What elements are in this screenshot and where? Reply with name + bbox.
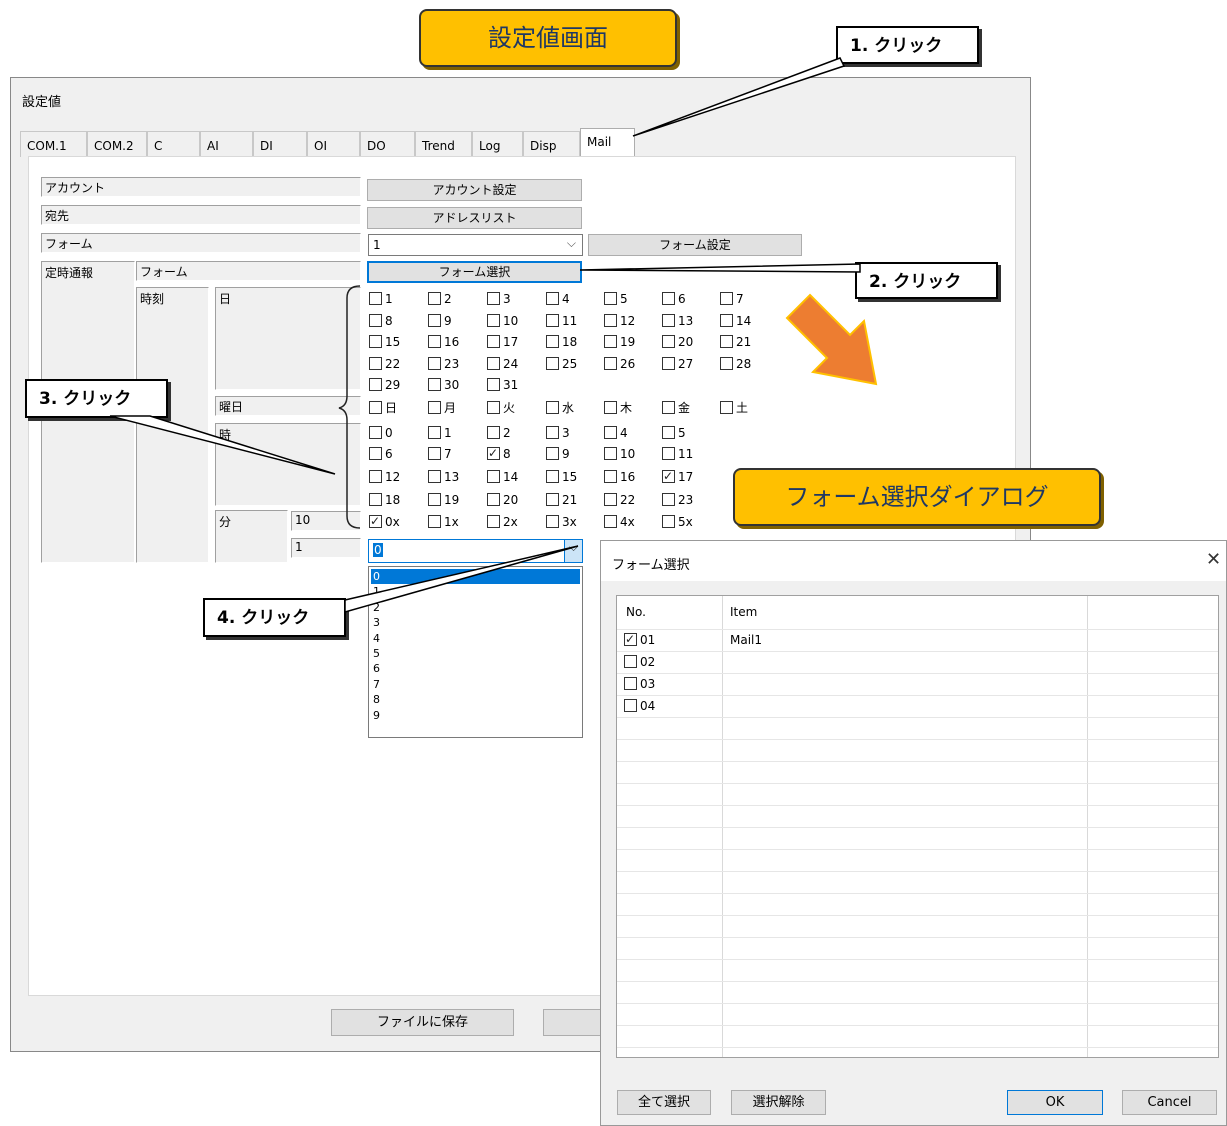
form-row-no: 03 — [640, 677, 656, 691]
grid-line — [617, 673, 1218, 674]
grid-line — [617, 1003, 1218, 1004]
grid-line — [617, 981, 1218, 982]
grid-line — [617, 783, 1218, 784]
form-row-item: Mail1 — [730, 633, 763, 647]
dialog-title: フォーム選択 — [612, 558, 690, 573]
grid-line — [617, 739, 1218, 740]
close-icon[interactable]: ✕ — [1206, 549, 1221, 570]
grid-line — [617, 871, 1218, 872]
form-row-no: 01 — [640, 633, 656, 647]
dialog-titlebar — [601, 541, 1226, 581]
select-all-button[interactable]: 全て選択 — [617, 1090, 711, 1115]
grid-line — [617, 937, 1218, 938]
grid-line — [617, 805, 1218, 806]
grid-line — [617, 761, 1218, 762]
form-row-no: 02 — [640, 655, 656, 669]
cancel-button[interactable]: Cancel — [1122, 1090, 1217, 1115]
form-row-checkbox[interactable]: 01 — [624, 631, 656, 648]
grid-line — [617, 1047, 1218, 1048]
form-row-no: 04 — [640, 699, 656, 713]
col-item-header: Item — [730, 605, 758, 619]
col-no-header: No. — [626, 605, 646, 619]
grid-line — [617, 893, 1218, 894]
grid-line — [617, 827, 1218, 828]
grid-line — [617, 651, 1218, 652]
grid-line — [617, 915, 1218, 916]
checkbox-icon[interactable] — [624, 631, 637, 647]
ok-button[interactable]: OK — [1007, 1090, 1103, 1115]
form-row-checkbox[interactable]: 03 — [624, 676, 655, 692]
form-list-grid: No. Item 01 Mail1 02 03 04 — [616, 595, 1219, 1058]
checkbox-icon[interactable] — [624, 699, 637, 712]
grid-line — [617, 849, 1218, 850]
checkbox-icon[interactable] — [624, 655, 637, 668]
grid-line — [617, 695, 1218, 696]
grid-line — [617, 717, 1218, 718]
grid-line — [617, 959, 1218, 960]
grid-line — [617, 1025, 1218, 1026]
deselect-button[interactable]: 選択解除 — [731, 1090, 826, 1115]
form-row-checkbox[interactable]: 02 — [624, 654, 655, 670]
checkbox-icon[interactable] — [624, 677, 637, 690]
grid-line — [617, 629, 1218, 630]
form-row-checkbox[interactable]: 04 — [624, 698, 655, 714]
